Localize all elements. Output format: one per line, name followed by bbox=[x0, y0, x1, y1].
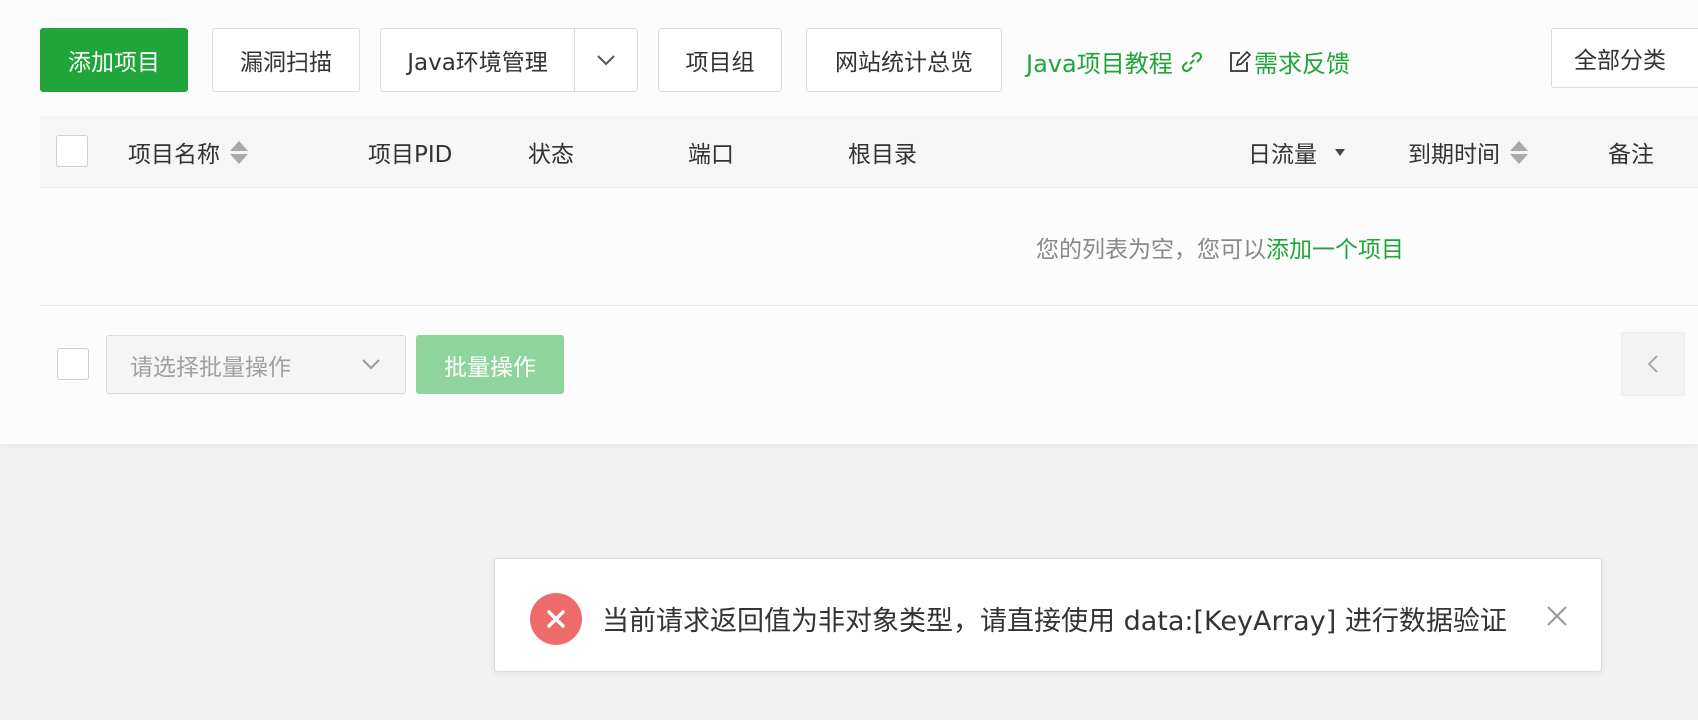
add-project-button[interactable]: 添加项目 bbox=[40, 28, 188, 92]
java-env-dropdown[interactable]: Java环境管理 bbox=[380, 28, 638, 92]
site-stats-button[interactable]: 网站统计总览 bbox=[806, 28, 1002, 92]
column-status: 状态 bbox=[528, 142, 574, 168]
toast-message: 当前请求返回值为非对象类型，请直接使用 data:[KeyArray] 进行数据… bbox=[602, 606, 1507, 637]
empty-message: 您的列表为空，您可以添加一个项目 bbox=[1036, 230, 1404, 264]
table-empty-row bbox=[40, 188, 1698, 306]
column-expiry[interactable]: 到期时间 bbox=[1408, 116, 1528, 188]
sort-icon bbox=[230, 140, 248, 164]
column-traffic[interactable]: 日流量 bbox=[1248, 116, 1345, 188]
batch-action-button[interactable]: 批量操作 bbox=[416, 335, 564, 394]
batch-action-select[interactable]: 请选择批量操作 bbox=[106, 335, 406, 394]
feedback-label: 需求反馈 bbox=[1254, 50, 1350, 78]
java-env-button[interactable]: Java环境管理 bbox=[381, 29, 575, 91]
column-pid: 项目PID bbox=[368, 142, 453, 168]
pagination-prev-button[interactable] bbox=[1621, 332, 1685, 396]
empty-message-text: 您的列表为空，您可以 bbox=[1036, 237, 1266, 263]
project-group-button[interactable]: 项目组 bbox=[658, 28, 782, 92]
column-root: 根目录 bbox=[848, 142, 917, 168]
category-select[interactable]: 全部分类 bbox=[1551, 28, 1698, 88]
add-project-link[interactable]: 添加一个项目 bbox=[1266, 237, 1404, 263]
main-panel: 添加项目 漏洞扫描 Java环境管理 项目组 网站统计总览 Java项目教程 需… bbox=[0, 0, 1698, 444]
error-icon bbox=[530, 593, 582, 645]
column-traffic-label: 日流量 bbox=[1248, 142, 1317, 168]
feedback-link[interactable]: 需求反馈 bbox=[1228, 44, 1350, 79]
chevron-left-icon bbox=[1647, 355, 1658, 373]
chevron-down-icon bbox=[362, 359, 380, 370]
caret-down-icon bbox=[1335, 148, 1345, 156]
edit-icon bbox=[1230, 50, 1252, 72]
column-expiry-label: 到期时间 bbox=[1408, 142, 1500, 168]
column-name-label: 项目名称 bbox=[128, 142, 220, 168]
java-tutorial-link[interactable]: Java项目教程 bbox=[1026, 44, 1203, 79]
error-toast: 当前请求返回值为非对象类型，请直接使用 data:[KeyArray] 进行数据… bbox=[494, 558, 1602, 672]
external-link-icon bbox=[1181, 51, 1202, 72]
batch-select-checkbox[interactable] bbox=[57, 348, 89, 380]
java-env-chevron[interactable] bbox=[575, 29, 637, 91]
select-all-checkbox[interactable] bbox=[56, 135, 88, 167]
close-icon[interactable] bbox=[1545, 604, 1569, 632]
column-name[interactable]: 项目名称 bbox=[128, 116, 248, 188]
column-remark: 备注 bbox=[1608, 142, 1654, 168]
column-port: 端口 bbox=[688, 142, 734, 168]
table-header: 项目名称 项目PID 状态 端口 根目录 日流量 到期时间 备注 bbox=[40, 116, 1698, 188]
sort-icon bbox=[1510, 140, 1528, 164]
java-tutorial-label: Java项目教程 bbox=[1026, 50, 1173, 78]
vuln-scan-button[interactable]: 漏洞扫描 bbox=[212, 28, 360, 92]
batch-action-placeholder: 请选择批量操作 bbox=[130, 354, 291, 381]
chevron-down-icon bbox=[597, 55, 615, 66]
